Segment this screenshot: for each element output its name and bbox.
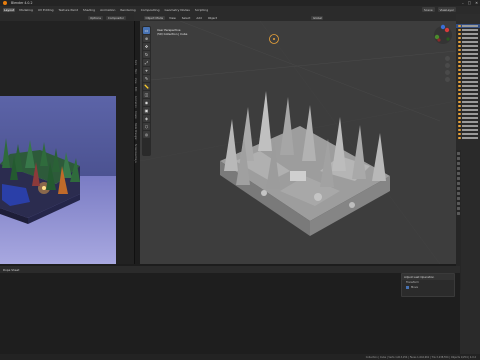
- render-panel-header: Options Compositor: [0, 14, 134, 21]
- view-layer-selector[interactable]: ViewLayer: [437, 7, 456, 12]
- add-cube-icon[interactable]: ◫: [143, 91, 150, 98]
- tab-create[interactable]: Create: [134, 111, 137, 119]
- add-menu[interactable]: Add: [195, 16, 203, 20]
- tab-screencast-keys[interactable]: Screencast Keys: [134, 144, 137, 163]
- tab-animation[interactable]: Animation: [99, 8, 116, 12]
- tab-edit[interactable]: Edit: [134, 87, 137, 91]
- render-preview-panel: Options Compositor: [0, 14, 134, 264]
- navigation-gizmo-icon[interactable]: [432, 24, 454, 54]
- scene-statistics: Collection | Cube | Verts 1,613,254 | Fa…: [365, 355, 476, 359]
- tab-geometry-nodes[interactable]: Geometry Nodes: [164, 8, 191, 12]
- outliner-header: [456, 14, 480, 24]
- options-dropdown[interactable]: Options: [88, 15, 103, 20]
- adjust-last-operation-panel[interactable]: Adjust Last Operation Transform Move: [401, 273, 455, 297]
- camera-icon[interactable]: ▣: [143, 107, 150, 114]
- render-props-icon[interactable]: [457, 157, 460, 160]
- output-props-icon[interactable]: [457, 162, 460, 165]
- viewport-scene: [140, 21, 456, 264]
- tab-modeling[interactable]: Modeling: [18, 8, 34, 12]
- orientation-dropdown[interactable]: Global: [311, 15, 324, 20]
- scale-icon[interactable]: ⤢: [143, 59, 150, 66]
- redo-row-label: Transform: [406, 281, 419, 284]
- compositor-dropdown[interactable]: Compositor: [105, 15, 126, 20]
- view-menu[interactable]: View: [168, 16, 178, 20]
- timeline-header: Dope Sheet: [0, 266, 460, 273]
- data-props-icon[interactable]: [457, 207, 460, 210]
- tab-texture-paint[interactable]: Texture Paint: [58, 8, 79, 12]
- scene-selector[interactable]: Scene: [422, 7, 435, 12]
- transform-icon[interactable]: ⌖: [143, 67, 150, 74]
- tab-item[interactable]: Item: [134, 60, 137, 65]
- extra-tool-icon[interactable]: ◈: [143, 115, 150, 122]
- window-title: Blender 4.0.2: [11, 1, 33, 5]
- tab-scripting[interactable]: Scripting: [194, 8, 209, 12]
- pan-icon[interactable]: [445, 63, 450, 68]
- tab-view[interactable]: View: [134, 78, 137, 83]
- tab-rendering[interactable]: Rendering: [119, 8, 136, 12]
- tab-shading[interactable]: Shading: [82, 8, 96, 12]
- 3d-viewport[interactable]: [140, 21, 456, 264]
- physics-props-icon[interactable]: [457, 197, 460, 200]
- measure-icon[interactable]: 📏: [143, 83, 150, 90]
- object-menu[interactable]: Object: [206, 16, 218, 20]
- annotate-icon[interactable]: ✎: [143, 75, 150, 82]
- object-props-icon[interactable]: [457, 182, 460, 185]
- select-box-icon[interactable]: ▭: [143, 27, 150, 34]
- rendered-scene-image: [0, 96, 116, 264]
- minimize-icon[interactable]: –: [462, 1, 464, 5]
- window-controls: – □ ✕: [462, 1, 478, 5]
- object-mode-dropdown[interactable]: Object Mode: [144, 15, 165, 20]
- tab-compositing[interactable]: Compositing: [140, 8, 161, 12]
- move-icon[interactable]: ✥: [143, 43, 150, 50]
- extra-tool-2-icon[interactable]: ⬡: [143, 123, 150, 130]
- tab-layout[interactable]: Layout: [3, 8, 16, 12]
- cursor-icon[interactable]: ⊕: [143, 35, 150, 42]
- select-menu[interactable]: Select: [180, 16, 192, 20]
- modifier-props-icon[interactable]: [457, 187, 460, 190]
- editor-type-label[interactable]: Dope Sheet: [3, 268, 19, 272]
- tab-animation[interactable]: Animation: [134, 96, 137, 108]
- redo-row-value: Move: [411, 286, 418, 289]
- close-icon[interactable]: ✕: [475, 1, 478, 5]
- viewport-info-overlay: User Perspective (59) Collection | Cube: [157, 28, 187, 36]
- material-props-icon[interactable]: [457, 212, 460, 215]
- viewport-header: Object Mode View Select Add Object Globa…: [134, 14, 460, 21]
- rotate-icon[interactable]: ↻: [143, 51, 150, 58]
- camera-view-icon[interactable]: [445, 70, 450, 75]
- active-object-label: (59) Collection | Cube: [157, 32, 188, 36]
- tab-node-wrangler[interactable]: Node Wrangler: [134, 123, 137, 140]
- ortho-toggle-icon[interactable]: [445, 77, 450, 82]
- view-layer-props-icon[interactable]: [457, 167, 460, 170]
- status-bar: Collection | Cube | Verts 1,613,254 | Fa…: [0, 354, 480, 360]
- light-bulb-icon[interactable]: ◉: [143, 99, 150, 106]
- timeline-editor[interactable]: Dope Sheet: [0, 266, 460, 360]
- particles-props-icon[interactable]: [457, 192, 460, 195]
- maximize-icon[interactable]: □: [468, 1, 471, 5]
- zoom-icon[interactable]: [445, 56, 450, 61]
- tab-tool[interactable]: Tool: [134, 69, 137, 73]
- checkbox-icon[interactable]: [406, 286, 409, 289]
- workspace-tabs: Layout Modeling UV Editing Texture Paint…: [0, 6, 480, 14]
- n-panel-tabs: Item Tool View Edit Animation Create Nod…: [134, 60, 140, 210]
- world-props-icon[interactable]: [457, 177, 460, 180]
- tool-shelf: ▭ ⊕ ✥ ↻ ⤢ ⌖ ✎ 📏 ◫ ◉ ▣ ◈ ⬡ ◎: [142, 26, 151, 156]
- viewport-nav-buttons: [445, 56, 450, 82]
- scene-props-icon[interactable]: [457, 172, 460, 175]
- tool-props-icon[interactable]: [457, 152, 460, 155]
- tab-uv-editing[interactable]: UV Editing: [37, 8, 55, 12]
- blender-logo-icon: [3, 1, 7, 5]
- outliner-row[interactable]: [456, 136, 480, 140]
- redo-row-move: Move: [402, 285, 454, 290]
- constraints-props-icon[interactable]: [457, 202, 460, 205]
- extra-tool-3-icon[interactable]: ◎: [143, 131, 150, 138]
